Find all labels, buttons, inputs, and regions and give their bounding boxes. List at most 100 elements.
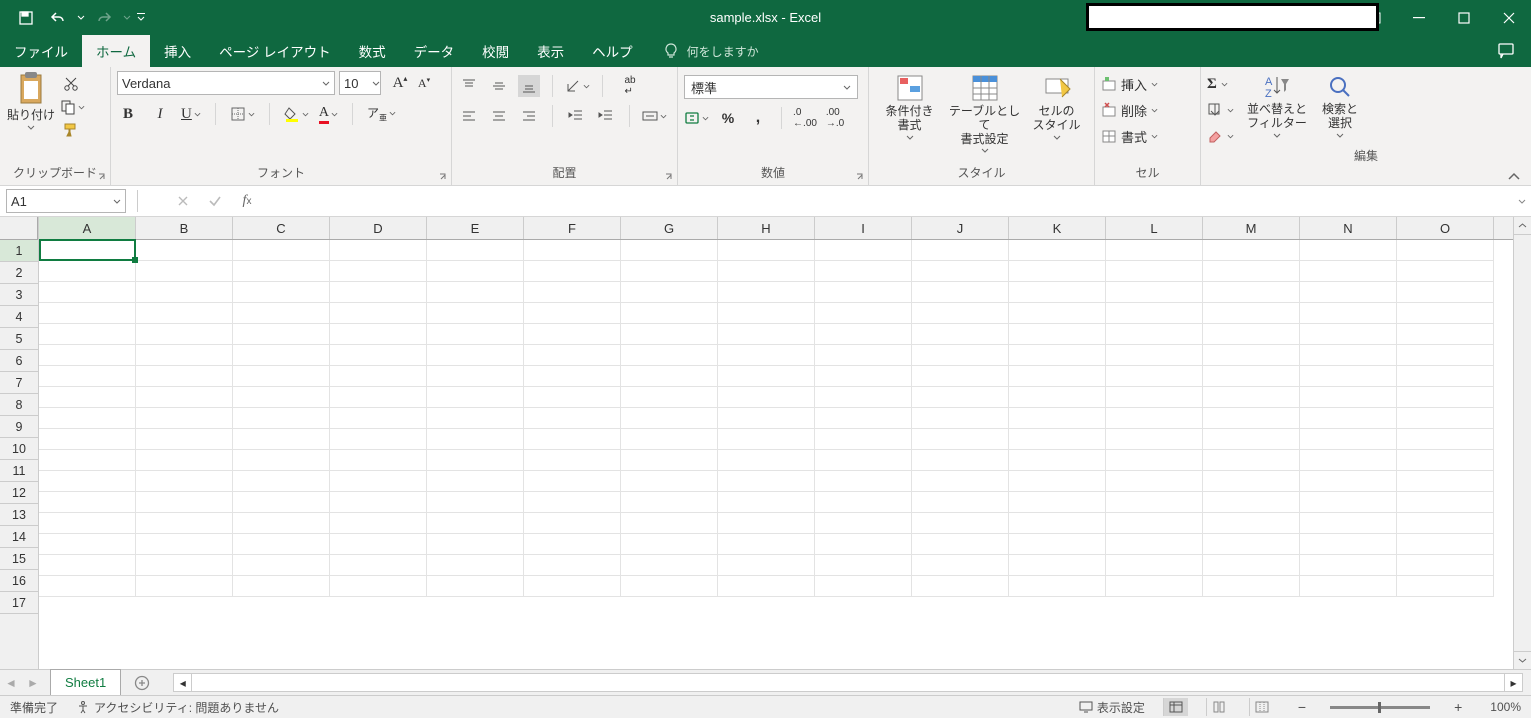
new-sheet-button[interactable] <box>131 672 153 694</box>
cell[interactable] <box>621 387 718 408</box>
cell[interactable] <box>524 492 621 513</box>
cell[interactable] <box>1009 261 1106 282</box>
cell[interactable] <box>718 261 815 282</box>
cell[interactable] <box>136 240 233 261</box>
cell[interactable] <box>39 261 136 282</box>
cell[interactable] <box>330 240 427 261</box>
cell[interactable] <box>1300 513 1397 534</box>
collapse-ribbon-button[interactable] <box>1497 168 1531 186</box>
cell[interactable] <box>427 408 524 429</box>
maximize-button[interactable] <box>1441 2 1486 34</box>
cell[interactable] <box>1009 513 1106 534</box>
cell[interactable] <box>621 240 718 261</box>
tab-insert[interactable]: 挿入 <box>150 35 205 67</box>
cell[interactable] <box>1300 324 1397 345</box>
cell[interactable] <box>718 576 815 597</box>
display-settings-button[interactable]: 表示設定 <box>1079 699 1145 716</box>
cell[interactable] <box>815 429 912 450</box>
cell[interactable] <box>427 240 524 261</box>
cell[interactable] <box>1009 387 1106 408</box>
format-painter-button[interactable] <box>60 119 82 141</box>
cell[interactable] <box>1300 534 1397 555</box>
cell[interactable] <box>912 576 1009 597</box>
cell[interactable] <box>233 408 330 429</box>
cell[interactable] <box>1106 240 1203 261</box>
cell[interactable] <box>1203 345 1300 366</box>
cell[interactable] <box>330 345 427 366</box>
cell[interactable] <box>524 408 621 429</box>
italic-button[interactable]: I <box>149 103 171 125</box>
scroll-up-button[interactable] <box>1514 217 1531 235</box>
save-button[interactable] <box>12 4 40 32</box>
align-top-button[interactable] <box>458 75 480 97</box>
qat-customize[interactable] <box>136 4 146 32</box>
cell[interactable] <box>912 429 1009 450</box>
cell[interactable] <box>912 345 1009 366</box>
cell[interactable] <box>1203 324 1300 345</box>
cell[interactable] <box>330 492 427 513</box>
cell[interactable] <box>233 282 330 303</box>
zoom-in-button[interactable]: + <box>1454 699 1462 715</box>
cell[interactable] <box>524 366 621 387</box>
cell[interactable] <box>1106 513 1203 534</box>
cell[interactable] <box>1397 303 1494 324</box>
cell[interactable] <box>1106 555 1203 576</box>
row-header[interactable]: 5 <box>0 328 38 350</box>
tab-data[interactable]: データ <box>400 35 469 67</box>
decrease-indent-button[interactable] <box>565 105 587 127</box>
cell[interactable] <box>1106 366 1203 387</box>
cell[interactable] <box>815 324 912 345</box>
cell[interactable] <box>233 261 330 282</box>
cell[interactable] <box>1203 471 1300 492</box>
cell[interactable] <box>39 303 136 324</box>
cell[interactable] <box>1203 555 1300 576</box>
cell[interactable] <box>524 324 621 345</box>
cell[interactable] <box>815 261 912 282</box>
cell[interactable] <box>912 534 1009 555</box>
row-header[interactable]: 4 <box>0 306 38 328</box>
cell[interactable] <box>330 387 427 408</box>
autosum-button[interactable]: Σ <box>1207 73 1234 95</box>
cell[interactable] <box>1106 303 1203 324</box>
row-header[interactable]: 7 <box>0 372 38 394</box>
cell[interactable] <box>427 534 524 555</box>
orientation-button[interactable] <box>565 78 590 94</box>
cell[interactable] <box>1397 450 1494 471</box>
column-header[interactable]: E <box>427 217 524 239</box>
cell[interactable] <box>1300 408 1397 429</box>
cell[interactable] <box>1397 471 1494 492</box>
scroll-down-button[interactable] <box>1514 651 1531 669</box>
merge-center-button[interactable] <box>642 108 676 124</box>
cell[interactable] <box>815 492 912 513</box>
cell[interactable] <box>233 492 330 513</box>
cell[interactable] <box>1009 576 1106 597</box>
cell[interactable] <box>1106 576 1203 597</box>
cell[interactable] <box>718 471 815 492</box>
cell[interactable] <box>621 471 718 492</box>
cell[interactable] <box>912 471 1009 492</box>
cell[interactable] <box>427 555 524 576</box>
column-header[interactable]: O <box>1397 217 1494 239</box>
cell[interactable] <box>136 534 233 555</box>
cell[interactable] <box>1397 408 1494 429</box>
cell[interactable] <box>330 555 427 576</box>
cell[interactable] <box>1009 429 1106 450</box>
accounting-format-button[interactable] <box>684 110 709 126</box>
cell[interactable] <box>136 408 233 429</box>
row-header[interactable]: 6 <box>0 350 38 372</box>
cell[interactable] <box>912 261 1009 282</box>
cell[interactable] <box>39 282 136 303</box>
increase-decimal-button[interactable]: .0←.00 <box>794 107 816 129</box>
cell[interactable] <box>524 555 621 576</box>
expand-formula-bar-button[interactable] <box>1517 196 1531 206</box>
phonetic-guide-button[interactable]: ア亜 <box>367 104 396 123</box>
cell[interactable] <box>524 282 621 303</box>
scroll-right-button[interactable]: ▸ <box>1504 673 1523 692</box>
cell[interactable] <box>718 282 815 303</box>
cell[interactable] <box>815 240 912 261</box>
cell[interactable] <box>1397 261 1494 282</box>
name-box[interactable]: A1 <box>6 189 126 213</box>
cell[interactable] <box>718 429 815 450</box>
cell[interactable] <box>1203 261 1300 282</box>
tab-page-layout[interactable]: ページ レイアウト <box>205 35 344 67</box>
